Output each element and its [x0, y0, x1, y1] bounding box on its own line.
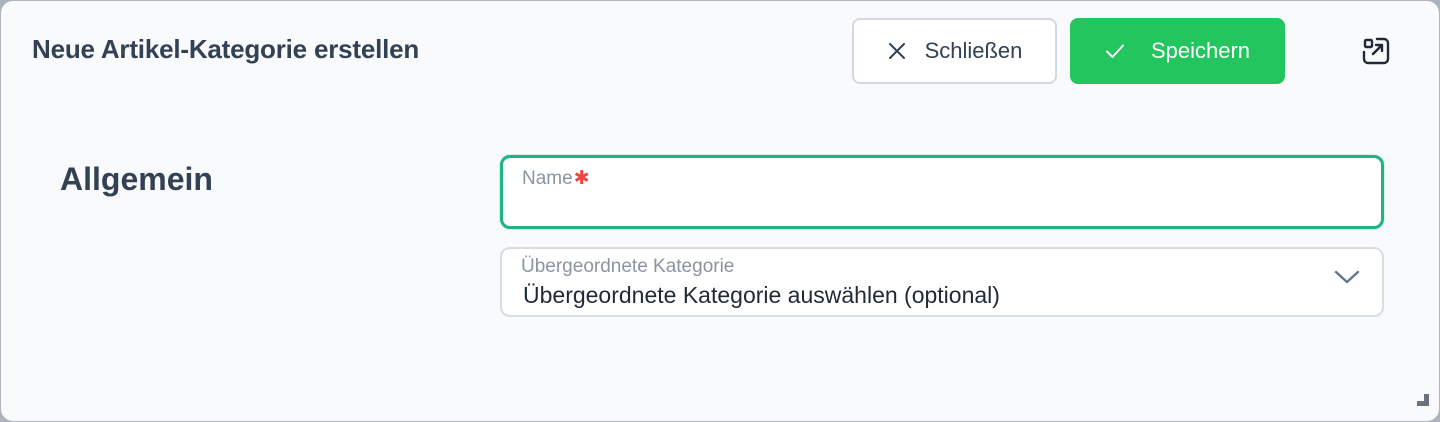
save-button-label: Speichern	[1150, 38, 1251, 63]
parent-category-value: Übergeordnete Kategorie auswählen (optio…	[523, 282, 1000, 308]
parent-category-label: Übergeordnete Kategorie	[521, 256, 735, 277]
dialog-title: Neue Artikel-Kategorie erstellen	[32, 34, 420, 64]
dialog: Neue Artikel-Kategorie erstellen Schließ…	[1, 1, 1439, 421]
name-field[interactable]: Name✱	[500, 155, 1384, 229]
resize-handle-icon[interactable]	[1417, 393, 1429, 411]
close-button-label: Schließen	[924, 38, 1023, 63]
x-icon	[887, 41, 907, 61]
chevron-down-icon	[1334, 269, 1360, 290]
required-marker: ✱	[573, 168, 590, 189]
save-button[interactable]: Speichern	[1070, 18, 1285, 84]
expand-button[interactable]	[1359, 36, 1393, 70]
name-field-label: Name✱	[522, 167, 590, 190]
name-label-text: Name	[522, 168, 573, 189]
check-icon	[1105, 43, 1125, 59]
close-button[interactable]: Schließen	[852, 18, 1057, 84]
expand-icon	[1361, 36, 1391, 71]
name-input[interactable]	[522, 192, 1365, 222]
parent-category-select[interactable]: Übergeordnete Kategorie Übergeordnete Ka…	[500, 247, 1384, 317]
section-title-general: Allgemein	[60, 161, 213, 197]
